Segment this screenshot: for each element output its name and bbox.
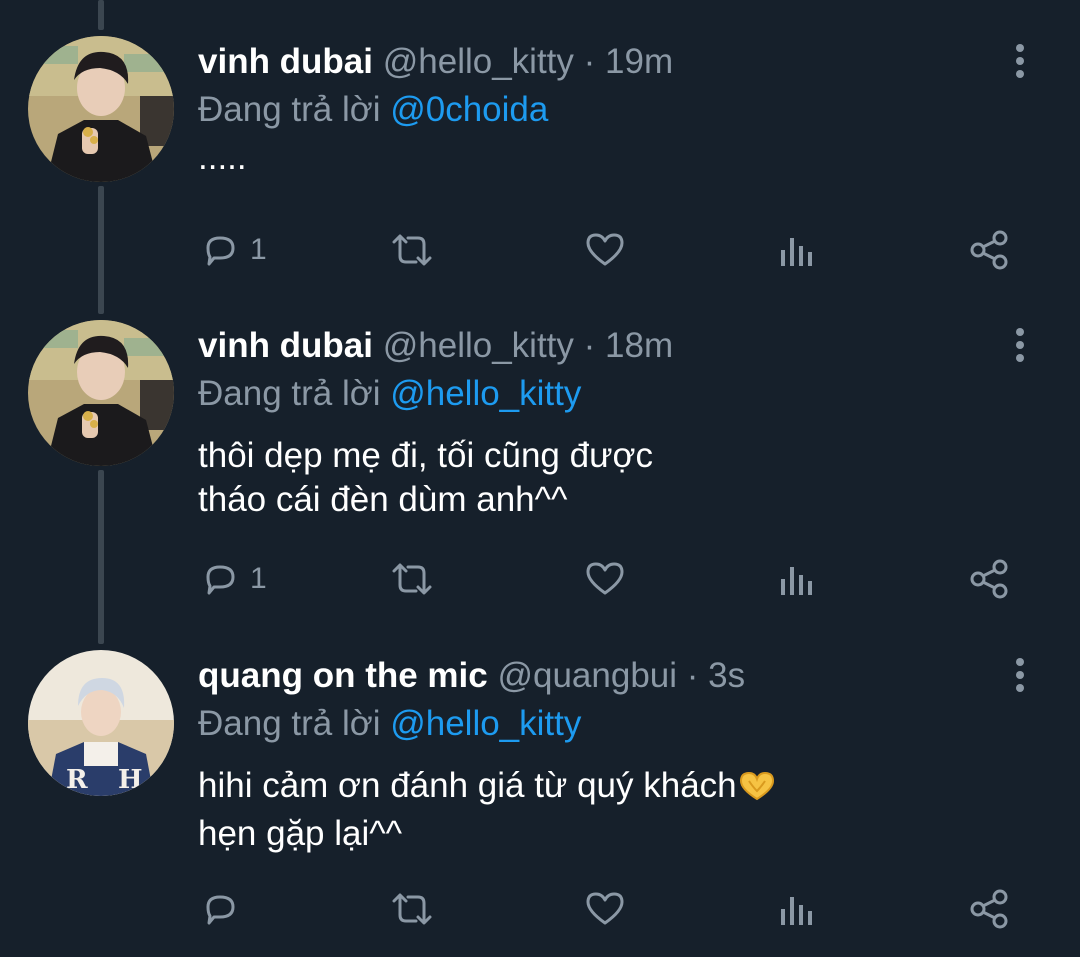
analytics-icon [778,559,816,599]
reply-button[interactable]: 1 [200,225,267,275]
reply-icon [200,230,240,270]
tweet-header: vinh dubai @hello_kitty · 19m [198,40,673,84]
replying-to-label: Đang trả lời [198,704,381,743]
tweet[interactable]: R H quang on the mic @quangbui · 3s Đang… [0,614,1080,957]
separator-dot: · [583,326,596,365]
reply-mention-link[interactable]: @hello_kitty [390,704,581,743]
display-name[interactable]: vinh dubai [198,42,373,81]
share-icon [968,558,1010,600]
replying-to-label: Đang trả lời [198,90,381,129]
reply-icon [200,889,240,929]
tweet-text: thôi dẹp mẹ đi, tối cũng được tháo cái đ… [198,434,653,522]
retweet-icon [388,889,436,929]
tweet-header: quang on the mic @quangbui · 3s [198,654,745,698]
heart-icon [584,559,626,599]
tweet-text-line: tháo cái đèn dùm anh^^ [198,480,568,519]
tweet-text-line-1: hihi cảm ơn đánh giá từ quý khách [198,764,777,812]
like-button[interactable] [584,554,626,604]
replying-to: Đang trả lời @hello_kitty [198,702,581,746]
share-button[interactable] [968,225,1010,275]
timestamp[interactable]: 18m [605,326,673,365]
analytics-button[interactable] [778,884,816,934]
timestamp[interactable]: 3s [708,656,745,695]
replying-to-label: Đang trả lời [198,374,381,413]
tweet-text: ..... [198,136,247,180]
reply-count: 1 [250,233,267,266]
separator-dot: · [583,42,596,81]
user-handle[interactable]: @hello_kitty [383,326,574,365]
svg-text:R: R [66,765,88,795]
more-vertical-icon[interactable] [1008,42,1032,82]
analytics-icon [778,889,816,929]
replying-to: Đang trả lời @0choida [198,88,548,132]
replying-to: Đang trả lời @hello_kitty [198,372,581,416]
timestamp[interactable]: 19m [605,42,673,81]
tweet[interactable]: vinh dubai @hello_kitty · 18m Đang trả l… [0,284,1080,614]
heart-icon [584,889,626,929]
tweet-text-line: ..... [198,138,247,177]
retweet-icon [388,230,436,270]
more-vertical-icon[interactable] [1008,326,1032,366]
tweet-text: hihi cảm ơn đánh giá từ quý khách hẹn gặ… [198,764,777,856]
tweet-actions: 1 [0,554,1080,604]
avatar[interactable] [28,36,174,182]
reply-mention-link[interactable]: @hello_kitty [390,374,581,413]
tweet-text-line: hẹn gặp lại^^ [198,814,403,853]
tweet-header: vinh dubai @hello_kitty · 18m [198,324,673,368]
share-icon [968,229,1010,271]
heart-hands-icon [737,768,777,812]
separator-dot: · [686,656,699,695]
tweet-text-line: thôi dẹp mẹ đi, tối cũng được [198,436,653,475]
more-vertical-icon[interactable] [1008,656,1032,696]
avatar[interactable] [28,320,174,466]
reply-button[interactable]: 1 [200,554,267,604]
heart-icon [584,230,626,270]
svg-text:H: H [118,765,143,795]
display-name[interactable]: quang on the mic [198,656,488,695]
tweet[interactable]: vinh dubai @hello_kitty · 19m Đang trả l… [0,0,1080,290]
tweet-text-line: hihi cảm ơn đánh giá từ quý khách [198,766,737,805]
like-button[interactable] [584,225,626,275]
share-button[interactable] [968,884,1010,934]
retweet-button[interactable] [388,884,436,934]
display-name[interactable]: vinh dubai [198,326,373,365]
analytics-button[interactable] [778,225,816,275]
retweet-button[interactable] [388,225,436,275]
user-handle[interactable]: @hello_kitty [383,42,574,81]
retweet-icon [388,559,436,599]
tweet-actions: 1 [0,225,1080,275]
analytics-button[interactable] [778,554,816,604]
share-icon [968,888,1010,930]
share-button[interactable] [968,554,1010,604]
reply-icon [200,559,240,599]
analytics-icon [778,230,816,270]
user-handle[interactable]: @quangbui [497,656,677,695]
reply-count: 1 [250,562,267,595]
reply-mention-link[interactable]: @0choida [390,90,548,129]
retweet-button[interactable] [388,554,436,604]
tweet-actions [0,884,1080,934]
reply-button[interactable] [200,884,240,934]
like-button[interactable] [584,884,626,934]
avatar[interactable]: R H [28,650,174,796]
